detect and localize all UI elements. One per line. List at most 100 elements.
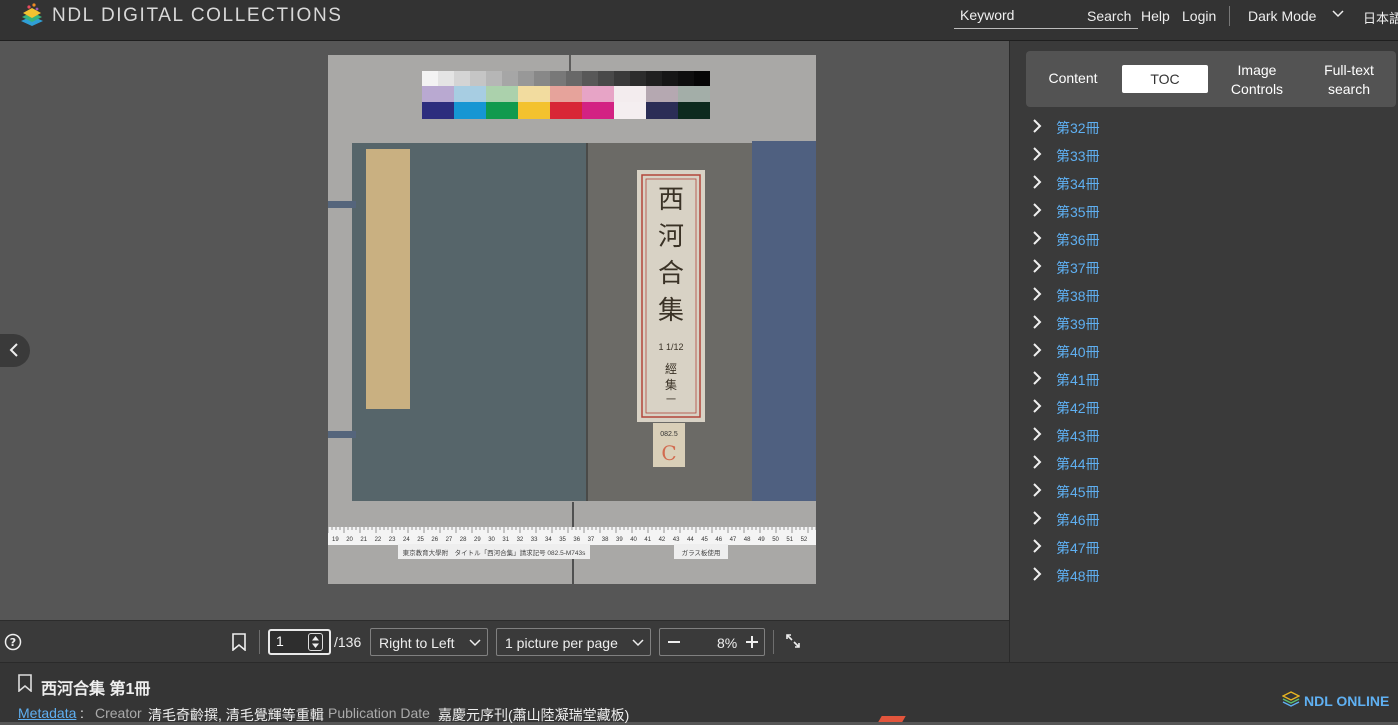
toolbar-divider <box>259 630 260 654</box>
page-number-field[interactable] <box>268 629 331 655</box>
toc-item-label[interactable]: 第45冊 <box>1056 482 1100 502</box>
toc-item[interactable]: 第32冊 <box>1010 112 1310 140</box>
tab-toc[interactable]: TOC <box>1122 65 1208 93</box>
toc-item-label[interactable]: 第33冊 <box>1056 146 1100 166</box>
chevron-right-icon[interactable] <box>1032 286 1042 302</box>
zoom-control: 8% <box>659 628 765 656</box>
tab-full-text-search[interactable]: Full-text search <box>1310 61 1388 99</box>
ruler-number: 46 <box>715 537 722 543</box>
ruler-number: 31 <box>502 537 509 543</box>
toc-item[interactable]: 第41冊 <box>1010 364 1310 392</box>
svg-text:?: ? <box>10 636 16 649</box>
keyword-input[interactable] <box>960 7 1080 23</box>
top-header: NDL DIGITAL COLLECTIONS Search Help Logi… <box>0 0 1398 41</box>
toc-item[interactable]: 第40冊 <box>1010 336 1310 364</box>
page-stepper[interactable] <box>308 633 323 651</box>
ruler-number: 32 <box>517 537 524 543</box>
zoom-in-icon[interactable] <box>744 633 760 651</box>
toc-item[interactable]: 第33冊 <box>1010 140 1310 168</box>
chevron-right-icon[interactable] <box>1032 314 1042 330</box>
toc-item[interactable]: 第35冊 <box>1010 196 1310 224</box>
toc-item[interactable]: 第43冊 <box>1010 420 1310 448</box>
toc-item-label[interactable]: 第48冊 <box>1056 566 1100 586</box>
toc-item[interactable]: 第34冊 <box>1010 168 1310 196</box>
metadata-link[interactable]: Metadata <box>18 705 76 721</box>
toc-item-label[interactable]: 第34冊 <box>1056 174 1100 194</box>
toc-item[interactable]: 第37冊 <box>1010 252 1310 280</box>
ndl-online-link[interactable]: NDL ONLINE <box>1281 691 1389 712</box>
toc-item-label[interactable]: 第36冊 <box>1056 230 1100 250</box>
toc-item-label[interactable]: 第37冊 <box>1056 258 1100 278</box>
chevron-right-icon[interactable] <box>1032 426 1042 442</box>
chevron-right-icon[interactable] <box>1032 230 1042 246</box>
toc-item-label[interactable]: 第39冊 <box>1056 314 1100 334</box>
chevron-right-icon[interactable] <box>1032 174 1042 190</box>
toc-item-label[interactable]: 第44冊 <box>1056 454 1100 474</box>
toc-item[interactable]: 第39冊 <box>1010 308 1310 336</box>
ndl-logo-icon[interactable] <box>20 2 44 28</box>
zoom-out-icon[interactable] <box>666 633 682 651</box>
site-brand[interactable]: NDL DIGITAL COLLECTIONS <box>52 5 343 27</box>
toc-item-label[interactable]: 第35冊 <box>1056 202 1100 222</box>
dark-mode-select[interactable]: Dark Mode <box>1248 8 1316 24</box>
reading-direction-select[interactable]: Right to Left <box>370 628 488 656</box>
toolbar-divider <box>773 630 774 654</box>
chevron-right-icon[interactable] <box>1032 510 1042 526</box>
toc-item[interactable]: 第45冊 <box>1010 476 1310 504</box>
chevron-right-icon[interactable] <box>1032 482 1042 498</box>
toc-item-label[interactable]: 第41冊 <box>1056 370 1100 390</box>
ruler-number: 30 <box>488 537 495 543</box>
login-link[interactable]: Login <box>1182 8 1216 24</box>
bookmark-icon[interactable] <box>231 633 247 651</box>
chevron-right-icon[interactable] <box>1032 118 1042 134</box>
ruler-number: 38 <box>602 537 609 543</box>
ruler-number: 39 <box>616 537 623 543</box>
previous-page-button[interactable] <box>0 334 30 367</box>
toc-item-label[interactable]: 第47冊 <box>1056 538 1100 558</box>
toc-item[interactable]: 第46冊 <box>1010 504 1310 532</box>
chevron-right-icon[interactable] <box>1032 538 1042 554</box>
page-number-input[interactable] <box>276 633 306 649</box>
toc-item[interactable]: 第47冊 <box>1010 532 1310 560</box>
ruler-number: 25 <box>417 537 424 543</box>
tab-content[interactable]: Content <box>1034 69 1112 88</box>
toc-item-label[interactable]: 第42冊 <box>1056 398 1100 418</box>
help-icon[interactable]: ? <box>4 633 22 651</box>
toc-item[interactable]: 第44冊 <box>1010 448 1310 476</box>
chevron-down-icon[interactable] <box>1332 8 1344 20</box>
toc-item-label[interactable]: 第38冊 <box>1056 286 1100 306</box>
toc-item-label[interactable]: 第43冊 <box>1056 426 1100 446</box>
toc-item[interactable]: 第42冊 <box>1010 392 1310 420</box>
toc-item-label[interactable]: 第40冊 <box>1056 342 1100 362</box>
page-layout-value: 1 picture per page <box>505 635 618 651</box>
toc-item[interactable]: 第36冊 <box>1010 224 1310 252</box>
book-cover-image[interactable]: 西 河 合 集 1 1/12 經 集 一 082.5 C 19 20 21 22 23 2… <box>328 55 816 584</box>
help-link[interactable]: Help <box>1141 8 1170 24</box>
language-switch[interactable]: 日本語 <box>1363 8 1398 27</box>
chevron-right-icon[interactable] <box>1032 342 1042 358</box>
fullscreen-icon[interactable] <box>785 633 801 649</box>
toc-item-label[interactable]: 第32冊 <box>1056 118 1100 138</box>
search-button[interactable]: Search <box>1087 8 1131 24</box>
ruler-number: 37 <box>588 537 595 543</box>
ruler-number: 34 <box>545 537 552 543</box>
ruler-number: 42 <box>659 537 666 543</box>
chevron-right-icon[interactable] <box>1032 258 1042 274</box>
tab-image-controls[interactable]: Image Controls <box>1218 61 1296 99</box>
ruler-number: 44 <box>687 537 694 543</box>
chevron-right-icon[interactable] <box>1032 370 1042 386</box>
svg-text:集: 集 <box>665 377 677 392</box>
toc-item[interactable]: 第48冊 <box>1010 560 1310 588</box>
ruler-number: 33 <box>531 537 538 543</box>
image-viewer[interactable]: 西 河 合 集 1 1/12 經 集 一 082.5 C 19 20 21 22 23 2… <box>0 41 1009 620</box>
chevron-right-icon[interactable] <box>1032 454 1042 470</box>
creator-label: Creator <box>95 705 142 721</box>
chevron-right-icon[interactable] <box>1032 202 1042 218</box>
chevron-right-icon[interactable] <box>1032 146 1042 162</box>
bookmark-icon[interactable] <box>17 674 33 692</box>
chevron-right-icon[interactable] <box>1032 566 1042 582</box>
toc-item-label[interactable]: 第46冊 <box>1056 510 1100 530</box>
page-layout-select[interactable]: 1 picture per page <box>496 628 651 656</box>
toc-item[interactable]: 第38冊 <box>1010 280 1310 308</box>
chevron-right-icon[interactable] <box>1032 398 1042 414</box>
